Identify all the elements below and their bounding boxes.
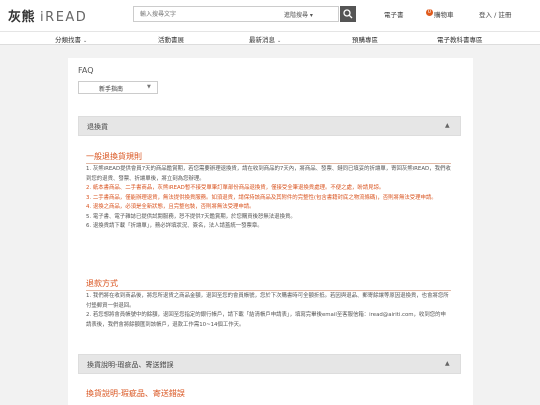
exchange-title: 換貨說明-瑕疵品、寄送錯誤 xyxy=(86,389,185,398)
section-exchange-header[interactable]: 換貨說明-瑕疵品、寄送錯誤 ▲ xyxy=(78,354,461,374)
chevron-down-icon: ⌄ xyxy=(277,38,282,44)
menu-category[interactable]: 分類找書 ⌄ xyxy=(55,34,87,44)
top-bar: 灰熊 iREAD 進階搜尋 ▾ 電子書 0 購物車 登入 / 註冊 xyxy=(0,0,540,31)
refund-item: 1. 我們將在收到商品後，將您所退貨之商品金額，退回至您的會員帳號，您於下次購書… xyxy=(86,293,449,309)
ebook-link[interactable]: 電子書 xyxy=(384,9,404,19)
advanced-search-select[interactable]: 進階搜尋 ▾ xyxy=(284,10,313,19)
cart-count-badge: 0 xyxy=(426,9,433,16)
cart-link[interactable]: 購物車 xyxy=(434,9,454,19)
search-box: 進階搜尋 ▾ xyxy=(133,6,339,22)
faq-select-value: 新手指南 xyxy=(99,86,124,93)
refund-title: 退款方式 xyxy=(86,279,118,288)
page-title: FAQ xyxy=(78,66,94,75)
chevron-down-icon: ⌄ xyxy=(83,38,88,44)
rule-item: 4. 退換之商品，必須是全新狀態，且完整包裝，否則將無法受理申請。 xyxy=(86,204,255,210)
menu-preorder[interactable]: 預購專區 xyxy=(352,34,378,44)
logo-en: iREAD xyxy=(40,10,88,25)
menu-news-label: 最新消息 xyxy=(249,36,275,44)
section-return-header[interactable]: 退換貨 ▲ xyxy=(78,116,461,136)
rules-list: 1. 灰熊iREAD提供會員7天的商品鑑賞期，若您需要辦理退換貨，請在收到商品的… xyxy=(86,165,451,232)
chevron-down-icon: ▼ xyxy=(147,84,151,90)
search-button[interactable] xyxy=(340,6,356,22)
rule-item: 5. 電子書、電子雜誌已提供試閱服務，恕不提供7天鑑賞期，於您購買後恕無法退換貨… xyxy=(86,213,296,220)
rule-item: 1. 灰熊iREAD提供會員7天的商品鑑賞期，若您需要辦理退換貨，請在收到商品的… xyxy=(86,166,451,182)
refund-item: 2. 若您想將會員帳號中的餘額，退回至您指定的銀行帳戶，請下載「結清帳戶申請表」… xyxy=(86,312,446,328)
menu-etextbook[interactable]: 電子教科書專區 xyxy=(437,34,483,44)
rule-item: 2. 紙本書商品、二手書商品，灰熊iREAD暫不接受單筆訂單部份商品退換貨，僅接… xyxy=(86,185,385,191)
faq-panel: FAQ 新手指南 ▼ 退換貨 ▲ 一般退換貨規則 1. 灰熊iREAD提供會員7… xyxy=(68,58,473,405)
section-exchange-label: 換貨說明-瑕疵品、寄送錯誤 xyxy=(87,361,174,369)
menu-category-label: 分類找書 xyxy=(55,36,81,44)
chevron-up-icon: ▲ xyxy=(445,122,450,129)
logo-cn: 灰熊 xyxy=(8,10,36,25)
rule-item: 6. 退換貨請下載「折讓單」，務必詳填狀況、簽名，法人請蓋統一發票章。 xyxy=(86,223,263,229)
divider xyxy=(86,290,451,291)
divider xyxy=(86,163,451,164)
section-return-label: 退換貨 xyxy=(87,123,108,131)
refund-list: 1. 我們將在收到商品後，將您所退貨之商品金額，退回至您的會員帳號，您於下次購書… xyxy=(86,292,451,330)
search-input[interactable] xyxy=(140,7,270,21)
menu-news[interactable]: 最新消息 ⌄ xyxy=(249,34,281,44)
faq-category-select[interactable]: 新手指南 ▼ xyxy=(78,81,158,94)
login-register-link[interactable]: 登入 / 註冊 xyxy=(479,9,511,19)
main-menu: 分類找書 ⌄ 活動書展 最新消息 ⌄ 預購專區 電子教科書專區 xyxy=(0,31,540,45)
site-logo[interactable]: 灰熊 iREAD xyxy=(8,6,87,25)
search-icon xyxy=(343,9,353,19)
menu-events[interactable]: 活動書展 xyxy=(158,34,184,44)
rule-item: 3. 二手書商品，僅能辦理退貨，無法提供換貨服務。如須退貨，請保持該商品及其附件… xyxy=(86,194,437,201)
chevron-up-icon: ▲ xyxy=(445,360,450,367)
general-rules-title: 一般退換貨規則 xyxy=(86,152,142,161)
